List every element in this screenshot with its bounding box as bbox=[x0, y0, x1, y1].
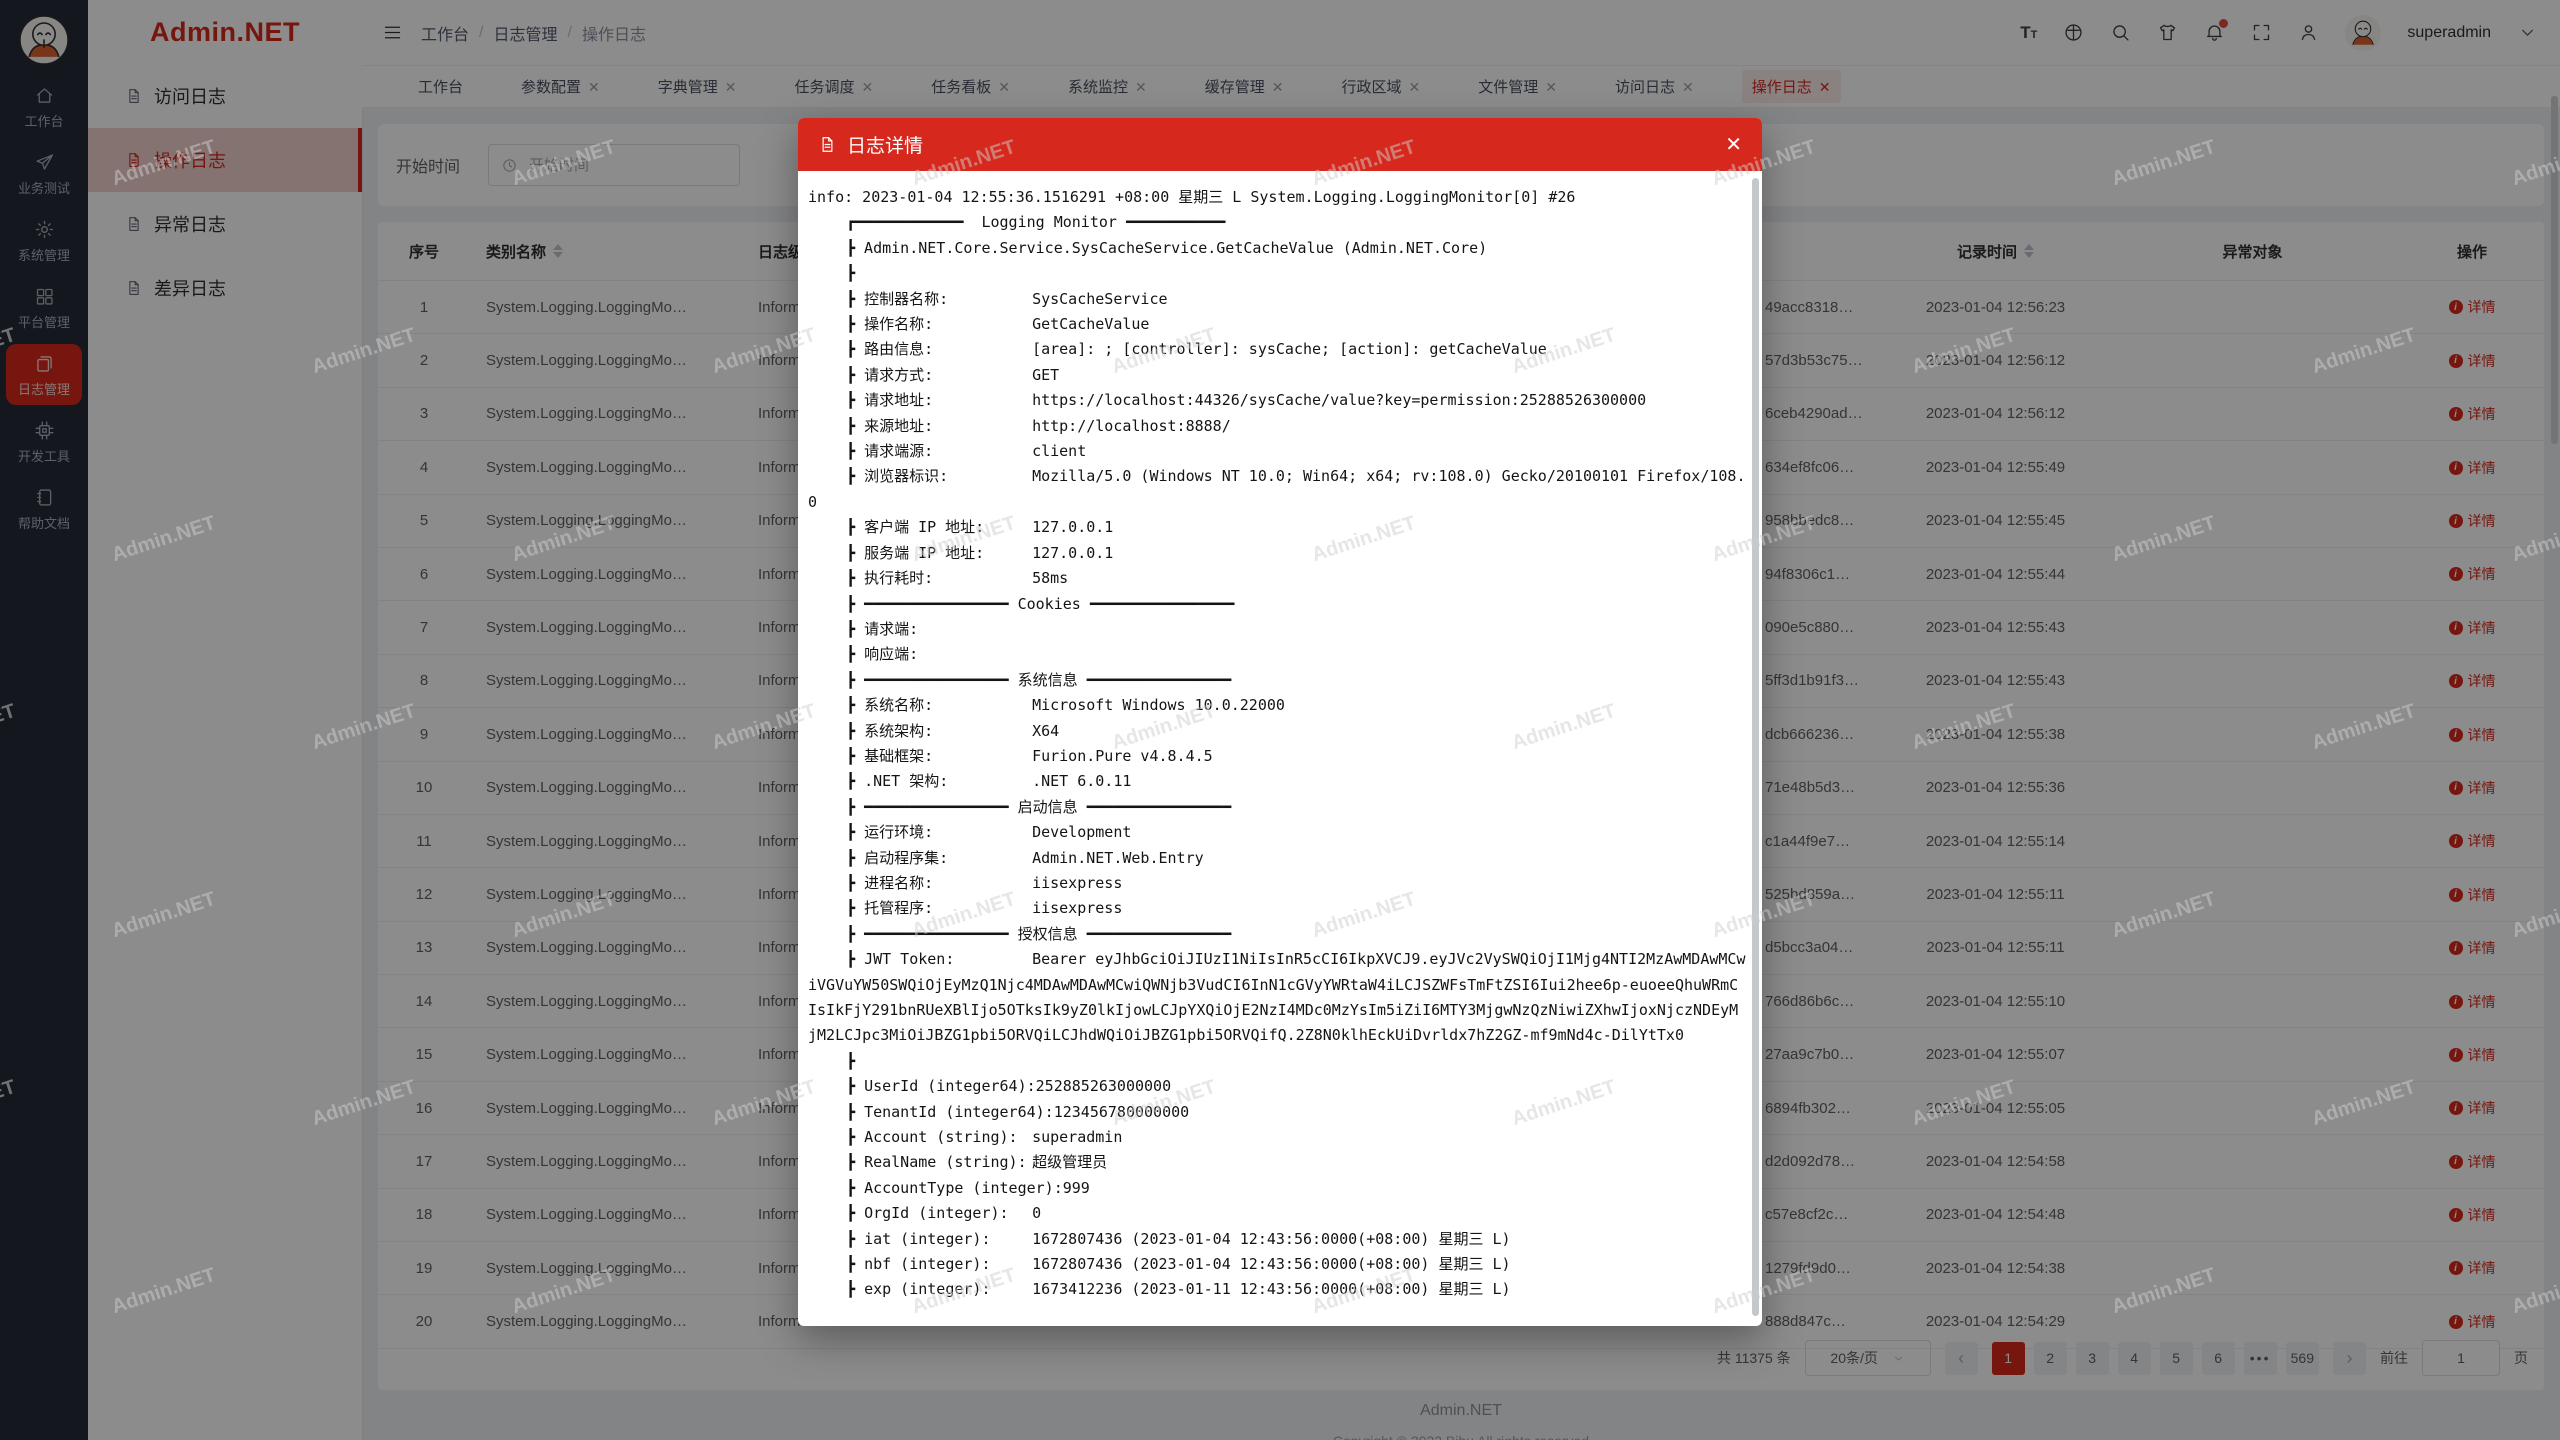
log-line: ┣ 服务端 IP 地址:127.0.0.1 bbox=[808, 541, 1746, 566]
log-section-divider: ┣ ━━━━━━━━━━━━━━━━ 系统信息 ━━━━━━━━━━━━━━━━ bbox=[808, 668, 1746, 693]
log-line: ┣ Admin.NET.Core.Service.SysCacheService… bbox=[808, 236, 1746, 261]
log-line: ┣ 客户端 IP 地址:127.0.0.1 bbox=[808, 515, 1746, 540]
log-line: ┣ 请求方式:GET bbox=[808, 363, 1746, 388]
log-line: ┣ 请求端: bbox=[808, 617, 1746, 642]
log-section-top: ┏━━━━━━━━━━━━ Logging Monitor ━━━━━━━━━━… bbox=[808, 210, 1746, 235]
log-line: ┣ Account (string):superadmin bbox=[808, 1125, 1746, 1150]
log-line: ┣ iat (integer):1672807436 (2023-01-04 1… bbox=[808, 1227, 1746, 1252]
log-line: ┣ 启动程序集:Admin.NET.Web.Entry bbox=[808, 846, 1746, 871]
log-line: ┣ 执行耗时:58ms bbox=[808, 566, 1746, 591]
log-line: ┣ 托管程序:iisexpress bbox=[808, 896, 1746, 921]
log-section-divider: ┣ ━━━━━━━━━━━━━━━━ 启动信息 ━━━━━━━━━━━━━━━━ bbox=[808, 795, 1746, 820]
log-line: ┣ 浏览器标识:Mozilla/5.0 (Windows NT 10.0; Wi… bbox=[808, 464, 1746, 515]
log-line: ┣ nbf (integer):1672807436 (2023-01-04 1… bbox=[808, 1252, 1746, 1277]
log-line: ┣ 操作名称:GetCacheValue bbox=[808, 312, 1746, 337]
log-line: ┣ JWT Token:Bearer eyJhbGciOiJIUzI1NiIsI… bbox=[808, 947, 1746, 1049]
modal-title: 日志详情 bbox=[847, 131, 923, 158]
log-line: ┣ 来源地址:http://localhost:8888/ bbox=[808, 414, 1746, 439]
log-line: ┣ .NET 架构:.NET 6.0.11 bbox=[808, 769, 1746, 794]
log-line: ┣ 基础框架:Furion.Pure v4.8.4.5 bbox=[808, 744, 1746, 769]
log-line: ┣ bbox=[808, 261, 1746, 286]
log-line: ┣ 请求地址:https://localhost:44326/sysCache/… bbox=[808, 388, 1746, 413]
log-line: ┣ exp (integer):1673412236 (2023-01-11 1… bbox=[808, 1277, 1746, 1302]
log-line: ┣ OrgId (integer):0 bbox=[808, 1201, 1746, 1226]
log-line: ┣ 运行环境:Development bbox=[808, 820, 1746, 845]
log-detail-modal: 日志详情 ✕ info: 2023-01-04 12:55:36.1516291… bbox=[798, 118, 1762, 1326]
log-line: ┣ 系统名称:Microsoft Windows 10.0.22000 bbox=[808, 693, 1746, 718]
modal-header: 日志详情 ✕ bbox=[798, 118, 1762, 171]
document-icon bbox=[818, 135, 837, 154]
log-line: ┣ RealName (string):超级管理员 bbox=[808, 1150, 1746, 1175]
log-section-divider: ┣ ━━━━━━━━━━━━━━━━ 授权信息 ━━━━━━━━━━━━━━━━ bbox=[808, 922, 1746, 947]
close-icon[interactable]: ✕ bbox=[1725, 135, 1742, 155]
log-line: ┣ 系统架构:X64 bbox=[808, 719, 1746, 744]
log-line: ┣ 进程名称:iisexpress bbox=[808, 871, 1746, 896]
app-root: 工作台业务测试系统管理平台管理日志管理开发工具帮助文档 Admin.NET 访问… bbox=[0, 0, 2560, 1440]
log-section-divider: ┣ ━━━━━━━━━━━━━━━━ Cookies ━━━━━━━━━━━━━… bbox=[808, 592, 1746, 617]
log-line: ┣ 响应端: bbox=[808, 642, 1746, 667]
log-content: info: 2023-01-04 12:55:36.1516291 +08:00… bbox=[798, 171, 1762, 1326]
log-line: ┣ TenantId (integer64):123456780000000 bbox=[808, 1100, 1746, 1125]
log-line: ┣ AccountType (integer):999 bbox=[808, 1176, 1746, 1201]
log-line: ┣ UserId (integer64):252885263000000 bbox=[808, 1074, 1746, 1099]
log-line: ┣ 路由信息:[area]: ; [controller]: sysCache;… bbox=[808, 337, 1746, 362]
log-line: ┣ bbox=[808, 1049, 1746, 1074]
log-line: ┣ 请求端源:client bbox=[808, 439, 1746, 464]
modal-scrollbar-thumb[interactable] bbox=[1752, 178, 1759, 1316]
log-line: info: 2023-01-04 12:55:36.1516291 +08:00… bbox=[808, 185, 1746, 210]
log-line: ┣ 控制器名称:SysCacheService bbox=[808, 287, 1746, 312]
